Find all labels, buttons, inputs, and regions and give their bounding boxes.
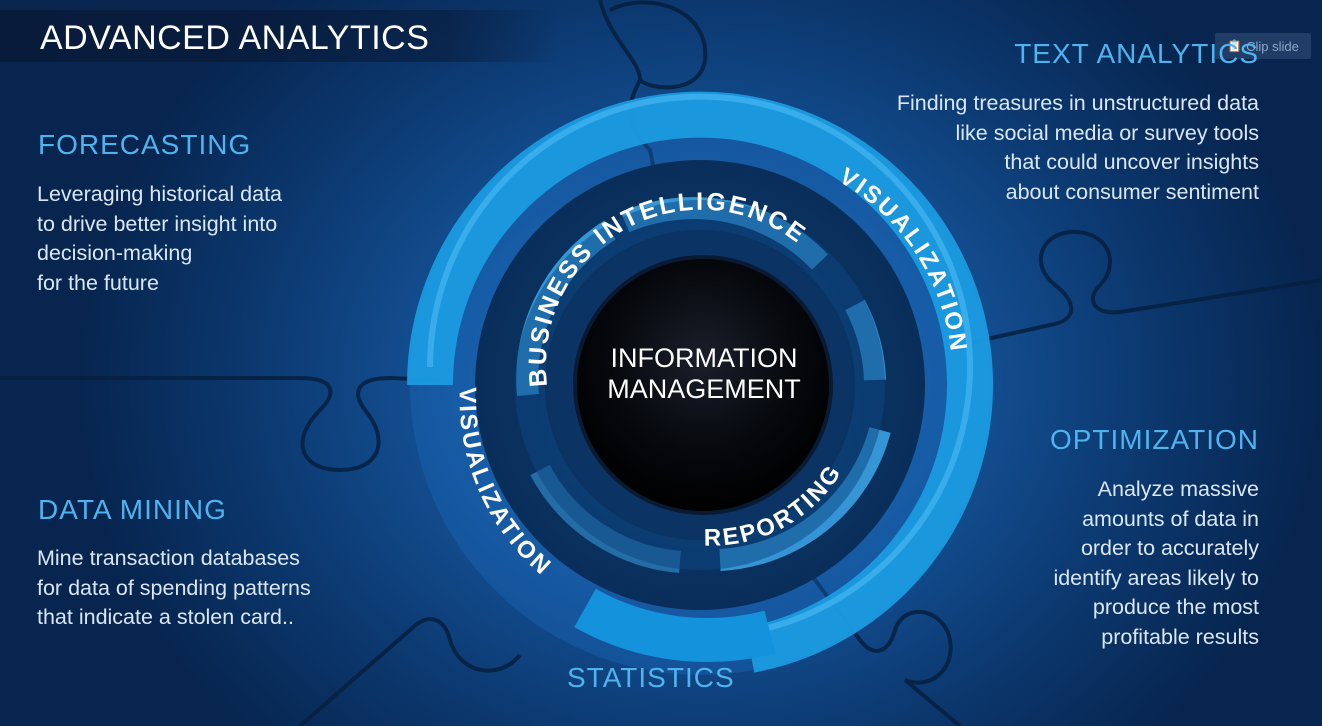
seam-right: [959, 229, 1322, 347]
forecasting-line: to drive better insight into: [37, 211, 278, 236]
text-analytics-line: about consumer sentiment: [1005, 179, 1259, 204]
optimization-line: identify areas likely to: [1053, 565, 1259, 590]
forecasting-text: Leveraging historical data to drive bett…: [37, 180, 282, 298]
optimization-line: order to accurately: [1080, 536, 1259, 560]
optimization-line: Analyze massive: [1097, 477, 1259, 501]
center-line-1: INFORMATION: [611, 343, 798, 373]
forecasting-heading: FORECASTING: [38, 129, 252, 160]
data-mining-text: Mine transaction databases for data of s…: [37, 544, 311, 633]
forecasting-line: for the future: [37, 270, 159, 295]
text-analytics-heading: TEXT ANALYTICS: [1014, 38, 1259, 69]
data-mining-line: Mine transaction databases: [37, 546, 300, 570]
text-analytics-line: like social media or survey tools: [955, 120, 1259, 145]
page-title: ADVANCED ANALYTICS: [40, 19, 430, 57]
data-mining-line: for data of spending patterns: [37, 575, 311, 600]
statistics-heading: STATISTICS: [567, 662, 735, 693]
data-mining-line: that indicate a stolen card..: [37, 605, 294, 629]
optimization-text: Analyze massive amounts of data in order…: [1053, 475, 1259, 652]
text-analytics-line: Finding treasures in unstructured data: [896, 91, 1259, 115]
forecasting-line: Leveraging historical data: [37, 182, 283, 206]
slide: BUSINESS INTELLIGENCE REPORTING VISUALIZ…: [0, 0, 1322, 726]
optimization-line: profitable results: [1101, 624, 1259, 649]
text-analytics-text: Finding treasures in unstructured data l…: [897, 89, 1259, 207]
optimization-line: produce the most: [1092, 595, 1259, 619]
forecasting-line: decision-making: [37, 241, 193, 265]
optimization-heading: OPTIMIZATION: [1049, 424, 1259, 455]
optimization-line: amounts of data in: [1082, 506, 1259, 531]
center-line-2: MANAGEMENT: [607, 374, 801, 404]
seam-left: [0, 375, 441, 473]
seam-bottom-left: [298, 617, 522, 726]
text-analytics-line: that could uncover insights: [1004, 150, 1259, 174]
data-mining-heading: DATA MINING: [38, 494, 227, 525]
